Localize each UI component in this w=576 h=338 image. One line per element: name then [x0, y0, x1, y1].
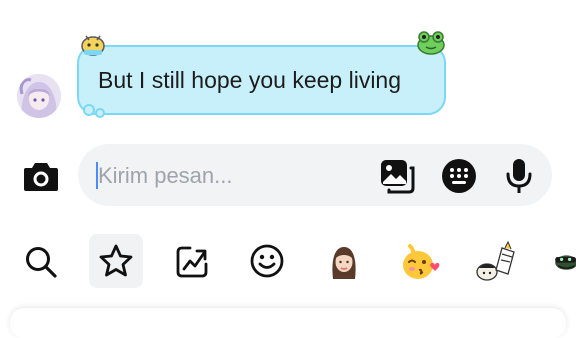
smiley-icon — [250, 244, 284, 278]
frog-decoration-icon — [417, 31, 445, 55]
bubble-tail-dot — [95, 108, 105, 118]
toolbar-search-button[interactable] — [22, 243, 60, 281]
sender-avatar[interactable] — [17, 74, 61, 118]
toolbar-favorites-button[interactable] — [97, 242, 135, 280]
gallery-button[interactable] — [378, 157, 416, 195]
toolbar-character-sticker-button[interactable] — [474, 240, 518, 282]
voice-message-button[interactable] — [502, 156, 536, 196]
message-input-placeholder: Kirim pesan... — [98, 163, 233, 188]
toolbar-frog-sticker-button[interactable] — [552, 246, 576, 276]
search-icon — [26, 247, 57, 278]
yellow-creature-decoration-icon — [81, 35, 105, 56]
sticker-panel — [10, 308, 566, 338]
anime-girl-avatar-icon — [17, 74, 61, 118]
microphone-icon — [506, 159, 532, 193]
toolbar-emoji-button[interactable] — [248, 242, 286, 280]
toolbar-avatar-sticker-button[interactable] — [325, 242, 363, 282]
star-icon — [99, 244, 133, 277]
toolbar-trending-button[interactable] — [173, 243, 211, 281]
message-text: But I still hope you keep living — [98, 66, 402, 93]
toolbar-kiss-sticker-button[interactable] — [400, 241, 440, 281]
avatar-sticker-icon — [332, 247, 356, 279]
kissing-emoji-sticker-icon — [403, 244, 440, 279]
camera-icon — [24, 163, 58, 191]
frog-sticker-icon — [555, 255, 576, 270]
trend-chart-icon — [176, 246, 208, 278]
camera-button[interactable] — [22, 158, 60, 194]
character-sticker-icon — [476, 240, 515, 281]
dots-grid-icon — [442, 159, 476, 193]
bubble-tail-dot — [83, 104, 95, 116]
message-bubble[interactable]: But I still hope you keep living — [77, 45, 446, 115]
gallery-icon — [381, 160, 415, 194]
more-options-button[interactable] — [440, 157, 478, 195]
